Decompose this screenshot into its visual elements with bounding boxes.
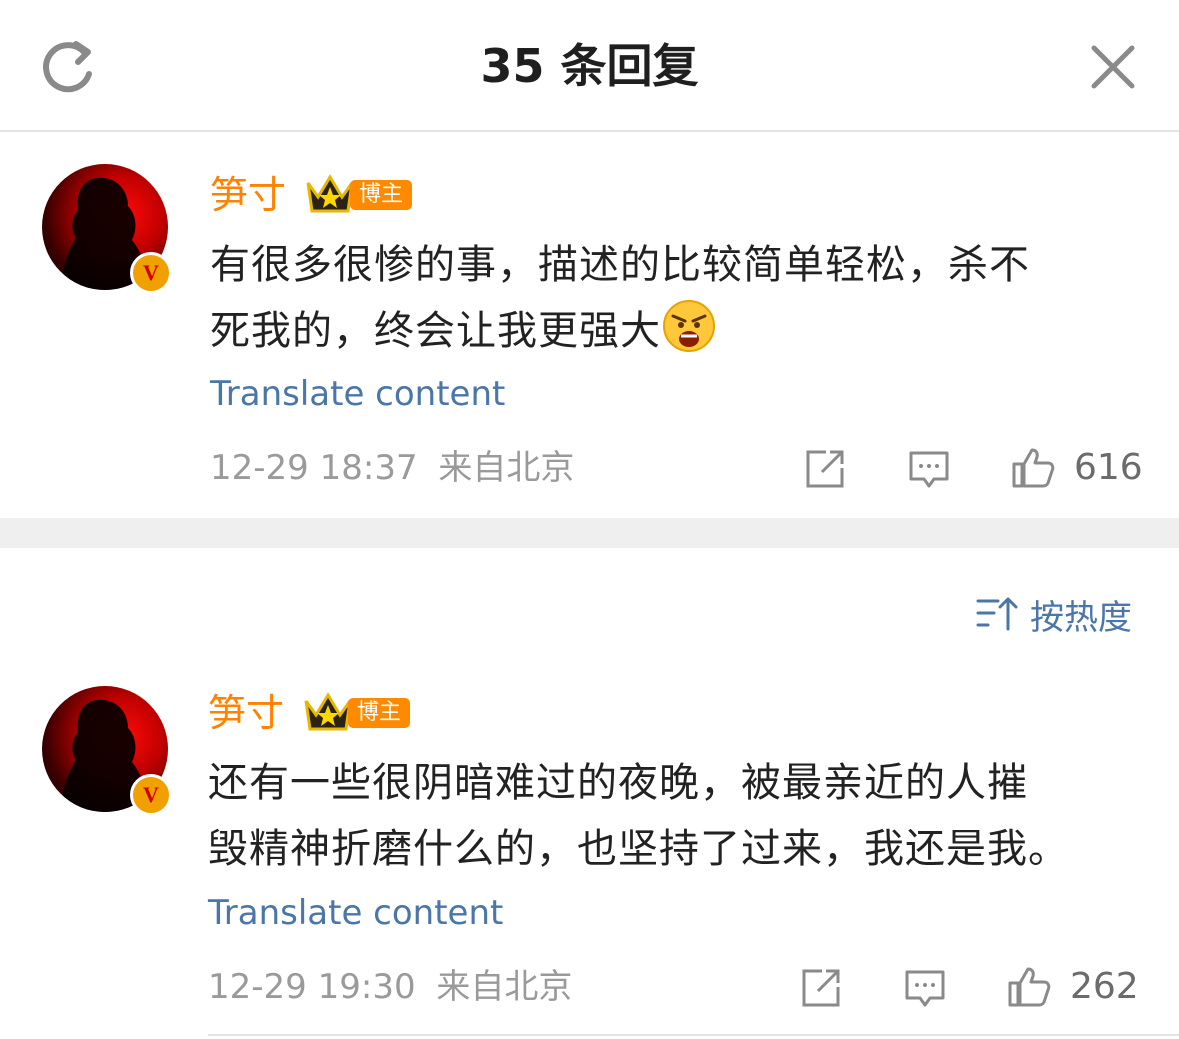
location: 来自北京 [438,448,575,488]
sort-icon [976,597,1018,631]
header-bar: 35 条回复 [0,0,1179,132]
timestamp: 12-29 19:30 [208,967,416,1007]
like-count: 616 [1074,447,1143,488]
sort-by-hot-button[interactable]: 按热度 [976,592,1132,638]
crown-icon [306,174,354,213]
verified-badge-icon: V [130,252,172,294]
share-icon[interactable] [802,446,848,492]
comment-text: 还有一些很阴暗难过的夜晚，被最亲近的人摧 毁精神折磨什么的，也坚持了过来，我还是… [208,750,1069,882]
comment-text-line: 还有一些很阴暗难过的夜晚，被最亲近的人摧 [208,760,1028,806]
like-icon[interactable] [1010,444,1056,490]
comment-text-line: 毁精神折磨什么的，也坚持了过来，我还是我。 [208,826,1069,872]
comment-text-line: 有很多很惨的事，描述的比较简单轻松，杀不 [210,242,1030,288]
section-divider [0,518,1179,548]
username[interactable]: 笋寸 [208,690,284,736]
angry-face-emoji-icon [663,300,715,352]
blogger-tag: 博主 [350,180,412,210]
translate-link[interactable]: Translate content [208,893,503,933]
divider-line [208,1034,1179,1036]
page-title: 35 条回复 [480,39,699,93]
sort-label: 按热度 [1030,597,1132,638]
like-icon[interactable] [1006,963,1052,1009]
comment-text: 有很多很惨的事，描述的比较简单轻松，杀不 死我的，终会让我更强大 [210,232,1030,364]
crown-icon [304,692,352,731]
comment-text-line: 死我的，终会让我更强大 [210,308,661,354]
share-icon[interactable] [798,965,844,1011]
blogger-tag: 博主 [348,698,410,728]
username[interactable]: 笋寸 [210,172,286,218]
comment-meta: 12-29 19:30 来自北京 [208,967,572,1007]
timestamp: 12-29 18:37 [210,448,418,488]
comment-meta: 12-29 18:37 来自北京 [210,448,574,488]
close-icon[interactable] [1088,42,1138,92]
like-count: 262 [1070,966,1139,1007]
translate-link[interactable]: Translate content [210,374,505,414]
location: 来自北京 [436,967,573,1007]
comment-icon[interactable] [902,965,948,1011]
comment-icon[interactable] [906,446,952,492]
verified-badge-icon: V [130,774,172,816]
